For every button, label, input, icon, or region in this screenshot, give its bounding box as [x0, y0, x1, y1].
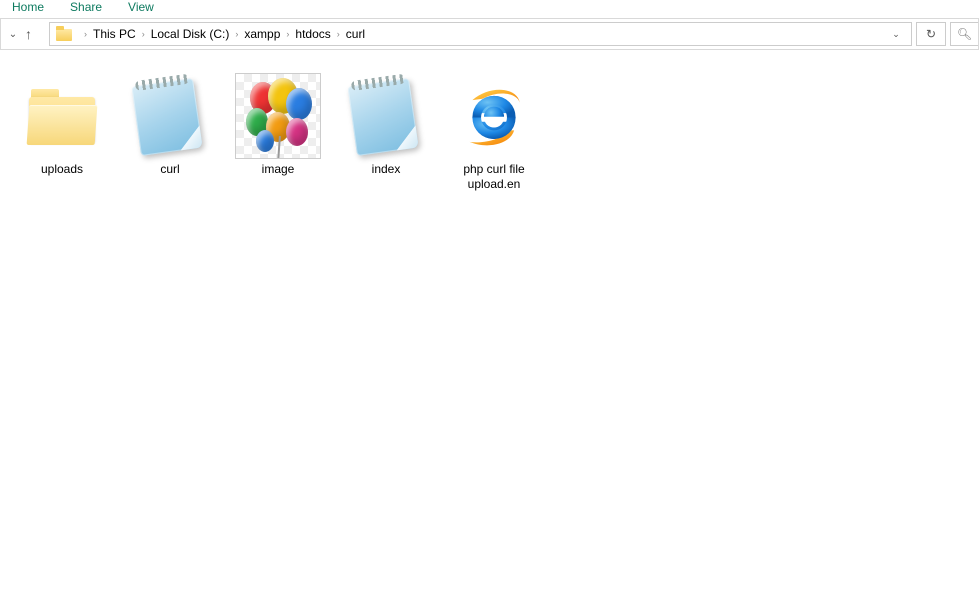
breadcrumb[interactable]: › This PC › Local Disk (C:) › xampp › ht… [49, 22, 912, 46]
chevron-right-icon[interactable]: › [280, 29, 295, 39]
crumb-curl[interactable]: curl [346, 27, 365, 41]
crumb-local-disk[interactable]: Local Disk (C:) [151, 27, 230, 41]
folder-icon [26, 87, 98, 145]
internet-explorer-icon [458, 80, 530, 152]
item-label: uploads [10, 162, 114, 177]
file-item[interactable]: curl [116, 68, 224, 196]
tab-home[interactable]: Home [12, 0, 44, 14]
address-bar: ⌄ ↑ › This PC › Local Disk (C:) › xampp … [0, 18, 979, 50]
item-label: curl [118, 162, 222, 177]
file-item[interactable]: php curl file upload.en [440, 68, 548, 196]
item-label: image [226, 162, 330, 177]
tab-share[interactable]: Share [70, 0, 102, 14]
search-icon: 🔍︎ [957, 27, 972, 41]
image-thumbnail-icon [235, 73, 321, 159]
file-item[interactable]: image [224, 68, 332, 196]
address-dropdown-icon[interactable]: ⌄ [885, 29, 907, 40]
refresh-icon: ↻ [926, 27, 936, 41]
folder-icon [54, 25, 74, 43]
nav-controls: ⌄ ↑ [1, 26, 45, 42]
item-label: php curl file upload.en [442, 162, 546, 192]
chevron-right-icon[interactable]: › [331, 29, 346, 39]
crumb-this-pc[interactable]: This PC [93, 27, 136, 41]
search-input[interactable]: 🔍︎ [950, 22, 978, 46]
item-label: index [334, 162, 438, 177]
crumb-htdocs[interactable]: htdocs [295, 27, 330, 41]
chevron-right-icon[interactable]: › [136, 29, 151, 39]
ribbon-tabs: Home Share View [0, 0, 979, 16]
crumb-xampp[interactable]: xampp [244, 27, 280, 41]
notepad-icon [346, 76, 426, 156]
tab-view[interactable]: View [128, 0, 154, 14]
refresh-button[interactable]: ↻ [916, 22, 946, 46]
chevron-right-icon[interactable]: › [78, 29, 93, 39]
up-button-icon[interactable]: ↑ [25, 26, 39, 42]
chevron-right-icon[interactable]: › [229, 29, 244, 39]
notepad-icon [130, 76, 210, 156]
file-item[interactable]: index [332, 68, 440, 196]
folder-item[interactable]: uploads [8, 68, 116, 196]
file-list: uploads curl image index [0, 50, 979, 214]
history-dropdown-icon[interactable]: ⌄ [7, 29, 19, 40]
